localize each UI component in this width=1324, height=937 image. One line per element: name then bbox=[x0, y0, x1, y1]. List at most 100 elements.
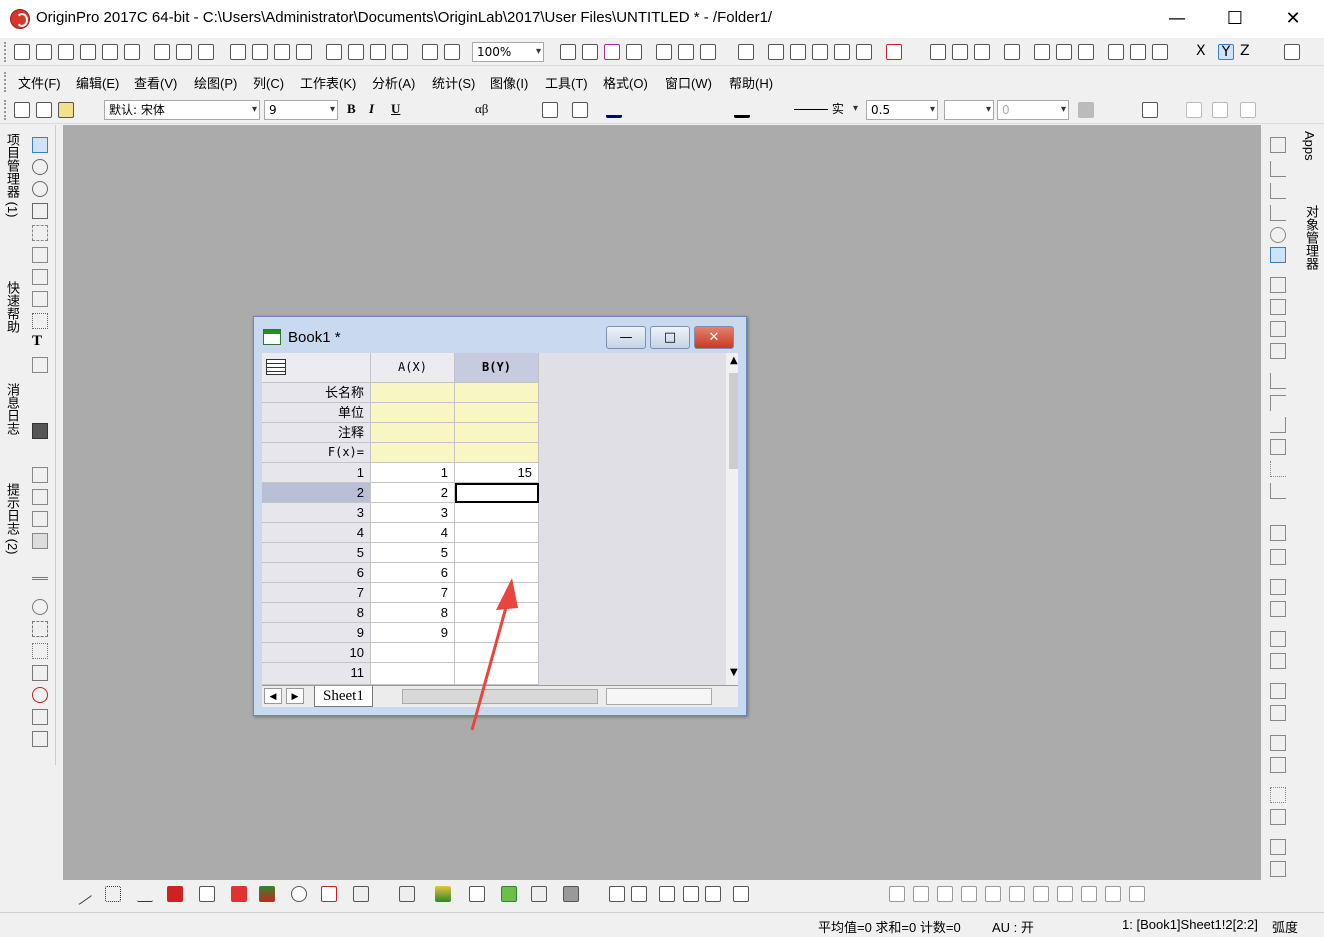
new-project-icon[interactable] bbox=[14, 44, 30, 60]
new-excel-icon[interactable] bbox=[176, 44, 192, 60]
heatmap-icon[interactable] bbox=[501, 886, 517, 902]
row-header[interactable]: 1 bbox=[262, 463, 371, 483]
superscript-icon[interactable] bbox=[413, 102, 429, 118]
line-style-combo[interactable]: 实 bbox=[790, 100, 860, 120]
fit-icon[interactable] bbox=[733, 886, 749, 902]
cell-a[interactable]: 5 bbox=[371, 543, 455, 563]
find-icon[interactable] bbox=[768, 44, 784, 60]
duplicate-icon[interactable] bbox=[422, 44, 438, 60]
object-icon[interactable] bbox=[32, 533, 48, 549]
line-width-combo[interactable]: 0.5 bbox=[866, 100, 938, 120]
histogram-icon[interactable] bbox=[1034, 44, 1050, 60]
axis-scale-icon[interactable] bbox=[1270, 183, 1286, 199]
row-header[interactable]: 4 bbox=[262, 523, 371, 543]
shape-1-icon[interactable] bbox=[889, 886, 905, 902]
row-header-comments[interactable]: 注释 bbox=[262, 423, 371, 443]
bold-button[interactable]: B bbox=[347, 101, 356, 117]
swap-icon[interactable] bbox=[1240, 102, 1256, 118]
set-error-icon[interactable] bbox=[1262, 44, 1278, 60]
screen-reader-icon[interactable] bbox=[32, 247, 48, 263]
border-icon[interactable] bbox=[1110, 102, 1126, 118]
cell-a[interactable] bbox=[371, 643, 455, 663]
close-button[interactable]: ✕ bbox=[1264, 0, 1322, 38]
contour-icon[interactable] bbox=[435, 886, 451, 902]
brush-icon[interactable] bbox=[32, 511, 48, 527]
axis-right-icon[interactable] bbox=[1270, 417, 1286, 433]
align-icon[interactable] bbox=[542, 102, 558, 118]
line-symbol-icon[interactable] bbox=[137, 886, 153, 902]
new-matrix-icon[interactable] bbox=[58, 44, 74, 60]
column-header-a[interactable]: A(X) bbox=[371, 353, 455, 383]
add-graph-icon[interactable] bbox=[32, 357, 48, 373]
menu-view[interactable]: 查看(V) bbox=[134, 73, 177, 92]
menu-statistics[interactable]: 统计(S) bbox=[432, 73, 475, 92]
prev-sheet-icon[interactable]: ◀ bbox=[264, 688, 282, 704]
row-header[interactable]: 6 bbox=[262, 563, 371, 583]
pointer-icon[interactable] bbox=[32, 137, 48, 153]
rotate-icon[interactable] bbox=[1270, 227, 1286, 243]
comments-b[interactable] bbox=[455, 423, 539, 443]
open-icon[interactable] bbox=[230, 44, 246, 60]
merge-graph-icon[interactable] bbox=[609, 886, 625, 902]
units-a[interactable] bbox=[371, 403, 455, 423]
menu-analysis[interactable]: 分析(A) bbox=[372, 73, 415, 92]
row-header[interactable]: 11 bbox=[262, 663, 371, 685]
data-selector-icon[interactable] bbox=[32, 269, 48, 285]
maximize-button[interactable]: ☐ bbox=[1206, 0, 1264, 38]
normalize-icon[interactable] bbox=[1004, 44, 1020, 60]
align-bottom-icon[interactable] bbox=[1270, 601, 1286, 617]
statistics-icon[interactable] bbox=[952, 44, 968, 60]
region-icon[interactable] bbox=[32, 225, 48, 241]
row-header[interactable]: 7 bbox=[262, 583, 371, 603]
circle-tool-icon[interactable] bbox=[32, 599, 48, 615]
scatter-points-icon[interactable] bbox=[32, 313, 48, 329]
shape-11-icon[interactable] bbox=[1129, 886, 1145, 902]
comments-a[interactable] bbox=[371, 423, 455, 443]
axis-box-icon[interactable] bbox=[1270, 439, 1286, 455]
font-color-icon[interactable] bbox=[606, 102, 622, 118]
axis-offset-icon[interactable] bbox=[1270, 483, 1286, 499]
run-icon[interactable] bbox=[1270, 247, 1286, 263]
sort-icon[interactable] bbox=[974, 44, 990, 60]
fill-combo[interactable] bbox=[944, 100, 994, 120]
extract-icon[interactable] bbox=[1270, 343, 1286, 359]
menu-edit[interactable]: 编辑(E) bbox=[76, 73, 119, 92]
axis-icon[interactable] bbox=[1270, 161, 1286, 177]
units-b[interactable] bbox=[455, 403, 539, 423]
column-header-b[interactable]: B(Y) bbox=[455, 353, 539, 383]
mask-icon[interactable] bbox=[1186, 102, 1202, 118]
row-header[interactable]: 10 bbox=[262, 643, 371, 663]
row-header[interactable]: 5 bbox=[262, 543, 371, 563]
ungroup-icon[interactable] bbox=[1270, 809, 1286, 825]
command-window-icon[interactable] bbox=[678, 44, 694, 60]
cell-a[interactable]: 7 bbox=[371, 583, 455, 603]
shape-9-icon[interactable] bbox=[1081, 886, 1097, 902]
move-icon[interactable] bbox=[683, 886, 699, 902]
data-reader-icon[interactable] bbox=[32, 203, 48, 219]
scroll-down-icon[interactable]: ▼ bbox=[730, 667, 738, 678]
subscript-icon[interactable] bbox=[434, 102, 450, 118]
menu-file[interactable]: 文件(F) bbox=[18, 73, 61, 92]
toolbar-grip[interactable] bbox=[4, 42, 9, 62]
supersub-icon[interactable] bbox=[455, 102, 471, 118]
greek-button[interactable]: αβ bbox=[475, 101, 488, 117]
column-plot-icon[interactable] bbox=[167, 886, 183, 902]
text-tool-icon[interactable]: T bbox=[32, 333, 48, 349]
lock-icon[interactable] bbox=[1270, 839, 1286, 855]
pie-plot-icon[interactable] bbox=[199, 886, 215, 902]
row-header-units[interactable]: 单位 bbox=[262, 403, 371, 423]
same-height-icon[interactable] bbox=[1270, 705, 1286, 721]
cell-b[interactable] bbox=[455, 543, 539, 563]
group-icon[interactable] bbox=[1270, 787, 1286, 803]
rescale-icon[interactable] bbox=[1270, 205, 1286, 221]
project-explorer-icon[interactable] bbox=[738, 44, 754, 60]
shape-2-icon[interactable] bbox=[913, 886, 929, 902]
symbol-icon[interactable] bbox=[768, 102, 784, 118]
copy-icon[interactable] bbox=[36, 102, 52, 118]
rectangle-tool-icon[interactable] bbox=[32, 423, 48, 439]
shape-8-icon[interactable] bbox=[1057, 886, 1073, 902]
cut-icon[interactable] bbox=[14, 102, 30, 118]
cell-a[interactable]: 4 bbox=[371, 523, 455, 543]
template-icon[interactable] bbox=[531, 886, 547, 902]
region-select-icon[interactable] bbox=[32, 621, 48, 637]
